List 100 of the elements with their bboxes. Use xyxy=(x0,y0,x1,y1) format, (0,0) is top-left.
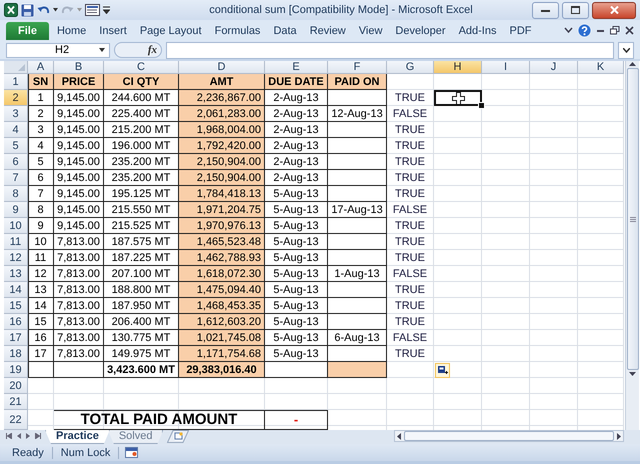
column-header[interactable]: D xyxy=(179,61,265,74)
table-cell: 7,813.00 xyxy=(54,346,104,362)
ribbon-tab[interactable]: PDF xyxy=(509,22,532,40)
row-header[interactable]: 2 xyxy=(4,90,28,106)
table-cell: TRUE xyxy=(387,170,434,186)
table-cell: 5-Aug-13 xyxy=(265,298,328,314)
table-cell: 9,145.00 xyxy=(54,122,104,138)
table-cell: 1,465,523.48 xyxy=(179,234,265,250)
table-cell: 1,971,204.75 xyxy=(179,202,265,218)
window-title: conditional sum [Compatibility Mode] - Microsoft Excel xyxy=(208,4,474,16)
table-cell: 1,618,072.30 xyxy=(179,266,265,282)
table-cell: 2-Aug-13 xyxy=(265,122,328,138)
status-text: Num Lock xyxy=(52,446,120,458)
status-text: Ready xyxy=(4,446,53,458)
table-cell: 8 xyxy=(28,202,54,218)
ribbon-tab[interactable]: Insert xyxy=(99,22,127,40)
row-header[interactable]: 6 xyxy=(4,154,28,170)
row-header[interactable]: 3 xyxy=(4,106,28,122)
column-heading: CI QTY xyxy=(104,74,179,90)
table-cell: 1,784,418.13 xyxy=(179,186,265,202)
column-heading: PAID ON xyxy=(328,74,387,90)
sheet-tab[interactable]: Practice xyxy=(45,430,110,444)
row-header[interactable]: 21 xyxy=(4,394,28,410)
column-header[interactable]: J xyxy=(530,61,578,74)
row-header[interactable]: 15 xyxy=(4,298,28,314)
table-cell: 5-Aug-13 xyxy=(265,186,328,202)
row-header[interactable]: 18 xyxy=(4,346,28,362)
column-header[interactable]: E xyxy=(265,61,328,74)
ribbon-tab[interactable]: Review xyxy=(310,22,346,40)
row-header[interactable]: 22 xyxy=(4,410,28,430)
table-cell: 9,145.00 xyxy=(54,202,104,218)
table-cell: 5-Aug-13 xyxy=(265,202,328,218)
table-cell: TRUE xyxy=(387,298,434,314)
table-cell: 2-Aug-13 xyxy=(265,90,328,106)
ribbon-tab[interactable]: Developer xyxy=(395,22,446,40)
table-cell: 1,792,420.00 xyxy=(179,138,265,154)
column-header[interactable]: A xyxy=(28,61,54,74)
table-cell: 16 xyxy=(28,330,54,346)
row-header[interactable]: 20 xyxy=(4,378,28,394)
column-heading: AMT xyxy=(179,74,265,90)
row-header[interactable]: 16 xyxy=(4,314,28,330)
ribbon-tab[interactable]: Data xyxy=(273,22,297,40)
table-cell: FALSE xyxy=(387,330,434,346)
row-header[interactable]: 13 xyxy=(4,266,28,282)
ribbon-tab[interactable]: Add-Ins xyxy=(458,22,496,40)
row-header[interactable]: 14 xyxy=(4,282,28,298)
row-header[interactable]: 11 xyxy=(4,234,28,250)
table-cell: 14 xyxy=(28,298,54,314)
table-cell: 9 xyxy=(28,218,54,234)
column-header[interactable]: H xyxy=(434,61,482,74)
column-header[interactable]: I xyxy=(482,61,530,74)
column-header[interactable]: F xyxy=(328,61,387,74)
table-cell: 3 xyxy=(28,122,54,138)
table-cell: 1 xyxy=(28,90,54,106)
column-heading: DUE DATE xyxy=(265,74,328,90)
table-cell: 12-Aug-13 xyxy=(328,106,387,122)
table-cell: 5-Aug-13 xyxy=(265,346,328,362)
table-cell: 2,150,904.00 xyxy=(179,154,265,170)
row-header[interactable]: 19 xyxy=(4,362,28,378)
table-cell: 17 xyxy=(28,346,54,362)
name-box[interactable]: H2 xyxy=(6,42,110,58)
column-header[interactable]: K xyxy=(578,61,624,74)
sheet-tab[interactable]: Solved xyxy=(108,430,164,444)
table-cell: 17-Aug-13 xyxy=(328,202,387,218)
table-cell: 5-Aug-13 xyxy=(265,218,328,234)
table-cell: 10 xyxy=(28,234,54,250)
row-header[interactable]: 7 xyxy=(4,170,28,186)
ribbon-tab[interactable]: Home xyxy=(56,22,86,40)
table-cell: 6-Aug-13 xyxy=(328,330,387,346)
table-cell: TRUE xyxy=(387,154,434,170)
table-cell: 5-Aug-13 xyxy=(265,234,328,250)
row-header[interactable]: 17 xyxy=(4,330,28,346)
table-cell: 5-Aug-13 xyxy=(265,250,328,266)
row-header[interactable]: 10 xyxy=(4,218,28,234)
row-header[interactable]: 4 xyxy=(4,122,28,138)
column-header[interactable]: G xyxy=(387,61,434,74)
row-header[interactable]: 1 xyxy=(4,74,28,90)
file-tab[interactable]: File xyxy=(6,22,49,40)
column-header[interactable]: B xyxy=(54,61,104,74)
table-cell: 9,145.00 xyxy=(54,154,104,170)
row-header[interactable]: 5 xyxy=(4,138,28,154)
table-cell: 7,813.00 xyxy=(54,266,104,282)
row-header[interactable]: 12 xyxy=(4,250,28,266)
table-cell: 9,145.00 xyxy=(54,170,104,186)
table-cell: 7,813.00 xyxy=(54,298,104,314)
ribbon-tab[interactable]: Page Layout xyxy=(140,22,202,40)
ribbon-tab[interactable]: Formulas xyxy=(214,22,260,40)
table-cell: 9,145.00 xyxy=(54,186,104,202)
table-cell: 7,813.00 xyxy=(54,330,104,346)
table-cell: 5-Aug-13 xyxy=(265,282,328,298)
table-cell: 13 xyxy=(28,282,54,298)
table-cell: 12 xyxy=(28,266,54,282)
table-cell: 1,968,004.00 xyxy=(179,122,265,138)
table-cell: TRUE xyxy=(387,282,434,298)
row-header[interactable]: 8 xyxy=(4,186,28,202)
table-cell: FALSE xyxy=(387,202,434,218)
column-header[interactable]: C xyxy=(104,61,179,74)
row-header[interactable]: 9 xyxy=(4,202,28,218)
ribbon-tab[interactable]: View xyxy=(358,22,382,40)
table-cell: TRUE xyxy=(387,234,434,250)
